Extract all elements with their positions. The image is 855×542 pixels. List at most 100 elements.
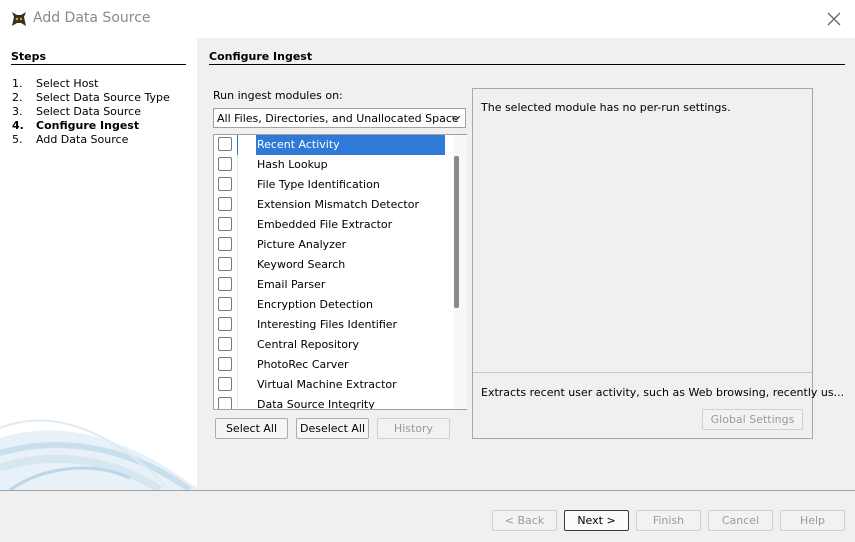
steps-list: 1. Select Host 2. Select Data Source Type … — [12, 77, 170, 147]
configure-ingest-heading: Configure Ingest — [209, 50, 313, 63]
run-on-value: All Files, Directories, and Unallocated … — [217, 112, 459, 125]
column-divider — [237, 135, 238, 155]
modules-scrollbar-thumb[interactable] — [454, 156, 459, 308]
ingest-modules-list[interactable]: Recent Activity Hash Lookup File Type Iden… — [213, 134, 467, 410]
next-button[interactable]: Next > — [564, 510, 629, 531]
module-checkbox[interactable] — [218, 297, 232, 311]
column-divider — [237, 375, 238, 395]
column-divider — [237, 295, 238, 315]
window-title: Add Data Source — [33, 10, 151, 26]
module-name: Encryption Detection — [257, 298, 373, 311]
module-name: Data Source Integrity — [257, 398, 375, 410]
column-divider — [237, 255, 238, 275]
module-name: Hash Lookup — [257, 158, 328, 171]
step-number: 2. — [12, 91, 23, 104]
steps-heading: Steps — [11, 50, 47, 63]
back-button[interactable]: < Back — [492, 510, 557, 531]
column-divider — [237, 355, 238, 375]
panel-divider[interactable] — [473, 372, 812, 373]
step-item: 2. Select Data Source Type — [12, 91, 170, 105]
module-checkbox[interactable] — [218, 237, 232, 251]
steps-divider — [11, 64, 186, 65]
module-row[interactable]: Hash Lookup — [214, 155, 446, 175]
module-row[interactable]: File Type Identification — [214, 175, 446, 195]
column-divider — [237, 235, 238, 255]
history-button[interactable]: History — [377, 418, 450, 439]
heading-divider — [209, 64, 845, 65]
module-checkbox[interactable] — [218, 397, 232, 409]
step-label: Select Host — [36, 77, 99, 90]
module-row[interactable]: Picture Analyzer — [214, 235, 446, 255]
run-on-label: Run ingest modules on: — [213, 89, 343, 102]
module-row[interactable]: Virtual Machine Extractor — [214, 375, 446, 395]
module-checkbox[interactable] — [218, 217, 232, 231]
module-checkbox[interactable] — [218, 277, 232, 291]
global-settings-button[interactable]: Global Settings — [702, 409, 803, 430]
wizard-footer: < Back Next > Finish Cancel Help — [0, 490, 855, 542]
step-item: 3. Select Data Source — [12, 105, 170, 119]
column-divider — [237, 175, 238, 195]
module-checkbox[interactable] — [218, 137, 232, 151]
chevron-down-icon — [451, 115, 461, 121]
module-name: Interesting Files Identifier — [257, 318, 398, 331]
module-row[interactable]: Embedded File Extractor — [214, 215, 446, 235]
module-name: Keyword Search — [257, 258, 346, 271]
step-label: Select Data Source Type — [36, 91, 170, 104]
module-row[interactable]: Keyword Search — [214, 255, 446, 275]
module-checkbox[interactable] — [218, 177, 232, 191]
cancel-button[interactable]: Cancel — [708, 510, 773, 531]
module-row[interactable]: Extension Mismatch Detector — [214, 195, 446, 215]
module-row[interactable]: Email Parser — [214, 275, 446, 295]
module-row[interactable]: Interesting Files Identifier — [214, 315, 446, 335]
step-number: 4. — [12, 119, 24, 132]
column-divider — [237, 395, 238, 409]
step-number: 3. — [12, 105, 23, 118]
settings-message: The selected module has no per-run setti… — [481, 101, 731, 114]
step-label: Configure Ingest — [36, 119, 140, 132]
step-item-current: 4. Configure Ingest — [12, 119, 170, 133]
module-row[interactable]: Encryption Detection — [214, 295, 446, 315]
module-name: PhotoRec Carver — [257, 358, 349, 371]
help-button[interactable]: Help — [780, 510, 845, 531]
step-label: Add Data Source — [36, 133, 129, 146]
step-number: 1. — [12, 77, 23, 90]
module-checkbox[interactable] — [218, 257, 232, 271]
autopsy-dog-icon — [12, 12, 26, 26]
select-all-button[interactable]: Select All — [215, 418, 288, 439]
module-row[interactable]: PhotoRec Carver — [214, 355, 446, 375]
module-checkbox[interactable] — [218, 337, 232, 351]
module-name: Embedded File Extractor — [257, 218, 393, 231]
close-icon[interactable] — [821, 7, 847, 31]
module-name: Virtual Machine Extractor — [257, 378, 397, 391]
title-bar: Add Data Source — [0, 0, 855, 38]
steps-panel: Steps 1. Select Host 2. Select Data Source… — [0, 38, 197, 490]
column-divider — [237, 215, 238, 235]
module-checkbox[interactable] — [218, 377, 232, 391]
step-item: 1. Select Host — [12, 77, 170, 91]
module-checkbox[interactable] — [218, 197, 232, 211]
finish-button[interactable]: Finish — [636, 510, 701, 531]
module-name: File Type Identification — [257, 178, 380, 191]
module-checkbox[interactable] — [218, 357, 232, 371]
deselect-all-button[interactable]: Deselect All — [296, 418, 369, 439]
decorative-swoosh — [0, 419, 197, 490]
module-description: Extracts recent user activity, such as W… — [481, 386, 845, 399]
module-row[interactable]: Central Repository — [214, 335, 446, 355]
column-divider — [237, 195, 238, 215]
module-name: Extension Mismatch Detector — [257, 198, 419, 211]
run-on-dropdown[interactable]: All Files, Directories, and Unallocated … — [213, 108, 466, 128]
column-divider — [237, 315, 238, 335]
module-settings-panel: The selected module has no per-run setti… — [472, 88, 844, 439]
step-label: Select Data Source — [36, 105, 141, 118]
column-divider — [237, 155, 238, 175]
module-name: Picture Analyzer — [257, 238, 347, 251]
column-divider — [237, 335, 238, 355]
module-name: Recent Activity — [256, 135, 445, 155]
step-number: 5. — [12, 133, 23, 146]
module-row[interactable]: Data Source Integrity — [214, 395, 446, 410]
module-row[interactable]: Recent Activity — [214, 135, 446, 155]
module-name: Email Parser — [257, 278, 326, 291]
module-checkbox[interactable] — [218, 317, 232, 331]
module-checkbox[interactable] — [218, 157, 232, 171]
column-divider — [237, 275, 238, 295]
